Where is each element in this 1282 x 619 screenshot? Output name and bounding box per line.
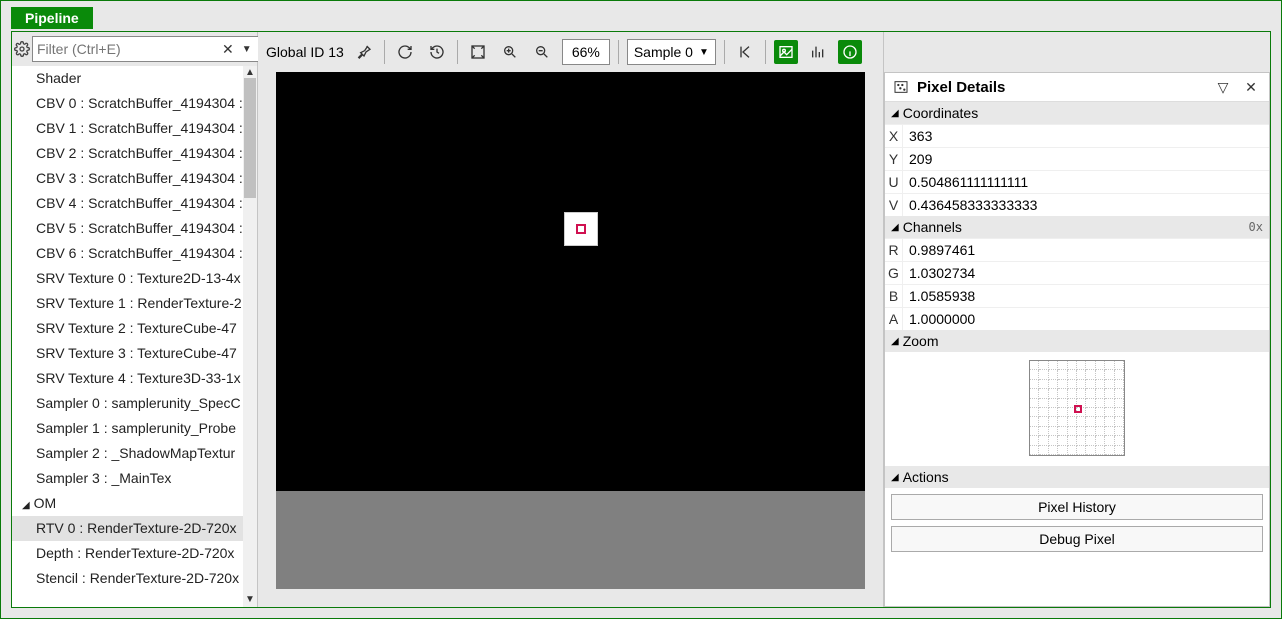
channel-row: R0.9897461 xyxy=(885,238,1269,261)
pixel-history-button[interactable]: Pixel History xyxy=(891,494,1263,520)
tree-group[interactable]: ◢ OM xyxy=(12,491,243,516)
filter-input-wrap: ✕ ▼ xyxy=(32,36,261,62)
channel-value: 1.0302734 xyxy=(903,262,1269,284)
channel-value: 1.0000000 xyxy=(903,308,1269,330)
coord-value: 363 xyxy=(903,125,1269,147)
tree-item[interactable]: CBV 6 : ScratchBuffer_4194304 : xyxy=(12,241,243,266)
tree-item[interactable]: SRV Texture 1 : RenderTexture-2 xyxy=(12,291,243,316)
texture-viewport[interactable] xyxy=(276,72,865,491)
coord-row: X363 xyxy=(885,124,1269,147)
debug-pixel-button[interactable]: Debug Pixel xyxy=(891,526,1263,552)
channel-key: B xyxy=(885,285,903,307)
scroll-thumb[interactable] xyxy=(244,78,256,198)
coord-key: X xyxy=(885,125,903,147)
pixel-marker xyxy=(564,212,598,246)
history-icon[interactable] xyxy=(425,40,449,64)
image-view-icon[interactable] xyxy=(774,40,798,64)
coord-key: U xyxy=(885,171,903,193)
tree-item[interactable]: SRV Texture 4 : Texture3D-33-1x xyxy=(12,366,243,391)
coord-value: 0.504861111111111 xyxy=(903,171,1269,193)
pipeline-tree[interactable]: ShaderCBV 0 : ScratchBuffer_4194304 :CBV… xyxy=(12,66,243,607)
caret-down-icon: ◢ xyxy=(891,336,899,347)
panel-options-icon[interactable]: ▽ xyxy=(1213,77,1233,97)
tab-pipeline[interactable]: Pipeline xyxy=(11,7,93,29)
filter-dropdown-icon[interactable]: ▼ xyxy=(238,44,256,55)
gear-icon[interactable] xyxy=(14,39,30,59)
zoom-level-input[interactable] xyxy=(562,39,610,65)
tree-item[interactable]: Sampler 2 : _ShadowMapTextur xyxy=(12,441,243,466)
section-coordinates[interactable]: ◢ Coordinates xyxy=(885,102,1269,124)
channel-key: A xyxy=(885,308,903,330)
zoom-in-icon[interactable] xyxy=(498,40,522,64)
section-actions-label: Actions xyxy=(903,469,949,485)
tree-item[interactable]: Sampler 3 : _MainTex xyxy=(12,466,243,491)
coord-value: 0.436458333333333 xyxy=(903,194,1269,216)
pipeline-tree-panel: ✕ ▼ ShaderCBV 0 : ScratchBuffer_4194304 … xyxy=(12,32,258,607)
zoom-crosshair-icon xyxy=(1074,405,1082,413)
section-zoom-label: Zoom xyxy=(903,333,939,349)
channel-value: 0.9897461 xyxy=(903,239,1269,261)
filter-input[interactable] xyxy=(37,41,218,57)
zoom-preview xyxy=(1029,360,1125,456)
coord-row: V0.436458333333333 xyxy=(885,193,1269,216)
section-channels[interactable]: ◢ Channels 0x xyxy=(885,216,1269,238)
coord-row: U0.504861111111111 xyxy=(885,170,1269,193)
tree-scrollbar[interactable]: ▲ ▼ xyxy=(243,66,257,607)
tree-item[interactable]: CBV 2 : ScratchBuffer_4194304 : xyxy=(12,141,243,166)
sample-select[interactable]: Sample 0 ▼ xyxy=(627,39,716,65)
tree-item[interactable]: RTV 0 : RenderTexture-2D-720x xyxy=(12,516,243,541)
section-channels-label: Channels xyxy=(903,219,962,235)
pixel-details-panel: Pixel Details ▽ ✕ ◢ Coordinates X363Y209… xyxy=(884,72,1270,607)
channel-row: A1.0000000 xyxy=(885,307,1269,330)
panel-close-icon[interactable]: ✕ xyxy=(1241,77,1261,97)
caret-down-icon: ◢ xyxy=(891,108,899,119)
tree-item[interactable]: CBV 5 : ScratchBuffer_4194304 : xyxy=(12,216,243,241)
tree-item[interactable]: Stencil : RenderTexture-2D-720x xyxy=(12,566,243,591)
chevron-down-icon: ▼ xyxy=(699,47,709,58)
scroll-down-icon[interactable]: ▼ xyxy=(245,593,255,607)
sample-select-label: Sample 0 xyxy=(634,44,693,60)
refresh-cw-icon[interactable] xyxy=(393,40,417,64)
coord-key: Y xyxy=(885,148,903,170)
channel-row: B1.0585938 xyxy=(885,284,1269,307)
viewer-toolbar: Global ID 13 xyxy=(258,32,883,72)
global-id-label: Global ID 13 xyxy=(266,44,344,60)
coord-row: Y209 xyxy=(885,147,1269,170)
prev-sample-icon[interactable] xyxy=(733,40,757,64)
channels-format-toggle[interactable]: 0x xyxy=(1249,220,1263,234)
tree-item[interactable]: SRV Texture 0 : Texture2D-13-4x xyxy=(12,266,243,291)
caret-down-icon: ◢ xyxy=(891,472,899,483)
pixel-crosshair-icon xyxy=(576,224,586,234)
tree-item[interactable]: CBV 0 : ScratchBuffer_4194304 : xyxy=(12,91,243,116)
zoom-out-icon[interactable] xyxy=(530,40,554,64)
tree-item[interactable]: CBV 4 : ScratchBuffer_4194304 : xyxy=(12,191,243,216)
histogram-icon[interactable] xyxy=(806,40,830,64)
tree-item[interactable]: SRV Texture 3 : TextureCube-47 xyxy=(12,341,243,366)
caret-down-icon: ◢ xyxy=(891,222,899,233)
tree-item[interactable]: CBV 1 : ScratchBuffer_4194304 : xyxy=(12,116,243,141)
fit-icon[interactable] xyxy=(466,40,490,64)
tree-item[interactable]: Sampler 0 : samplerunity_SpecC xyxy=(12,391,243,416)
coord-key: V xyxy=(885,194,903,216)
channel-row: G1.0302734 xyxy=(885,261,1269,284)
channel-value: 1.0585938 xyxy=(903,285,1269,307)
section-zoom[interactable]: ◢ Zoom xyxy=(885,330,1269,352)
panel-title: Pixel Details xyxy=(917,79,1205,96)
tree-item[interactable]: SRV Texture 2 : TextureCube-47 xyxy=(12,316,243,341)
section-actions[interactable]: ◢ Actions xyxy=(885,466,1269,488)
pixel-grid-icon xyxy=(893,79,909,95)
tree-item[interactable]: Depth : RenderTexture-2D-720x xyxy=(12,541,243,566)
info-icon[interactable] xyxy=(838,40,862,64)
pin-icon[interactable] xyxy=(352,40,376,64)
tree-item[interactable]: CBV 3 : ScratchBuffer_4194304 : xyxy=(12,166,243,191)
filter-clear-icon[interactable]: ✕ xyxy=(218,41,238,58)
coord-value: 209 xyxy=(903,148,1269,170)
tree-item[interactable]: Sampler 1 : samplerunity_Probe xyxy=(12,416,243,441)
channel-key: R xyxy=(885,239,903,261)
section-coordinates-label: Coordinates xyxy=(903,105,979,121)
texture-viewer-panel: Global ID 13 xyxy=(258,32,884,607)
viewport-overflow xyxy=(276,491,865,589)
tree-item[interactable]: Shader xyxy=(12,66,243,91)
channel-key: G xyxy=(885,262,903,284)
